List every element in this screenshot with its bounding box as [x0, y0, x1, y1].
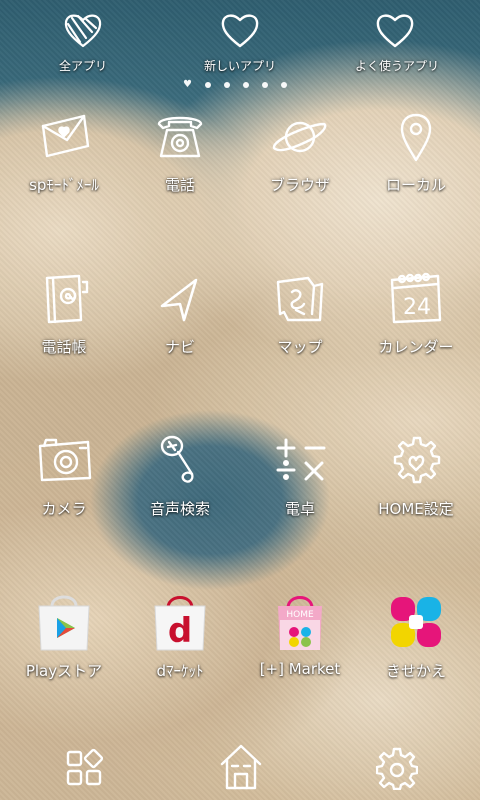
calendar-day-number: 24: [403, 295, 431, 320]
heart-outline-icon: [219, 10, 261, 50]
microphone-icon: [158, 434, 202, 488]
app-label: 電卓: [284, 500, 315, 518]
page-dot: [280, 82, 287, 88]
phone-icon: [153, 110, 207, 162]
app-play-store[interactable]: Playストア: [4, 592, 124, 684]
app-label: 電話帳: [41, 338, 87, 356]
app-calendar[interactable]: 24 カレンダー: [356, 270, 476, 360]
page-dot: [242, 82, 249, 88]
address-book-icon: [39, 272, 91, 326]
dock-app-drawer-button[interactable]: [52, 740, 116, 796]
app-label: Playストア: [25, 662, 103, 680]
kisekae-icon: [387, 594, 445, 650]
app-calculator[interactable]: 電卓: [240, 432, 360, 522]
heart-outline-icon: [374, 10, 416, 50]
map-pin-icon: [398, 112, 434, 164]
page-indicator: ♥: [183, 79, 287, 91]
play-store-bag-icon: [35, 592, 93, 652]
app-browser[interactable]: ブラウザ: [240, 108, 360, 198]
app-phone[interactable]: 電話: [120, 108, 240, 198]
app-label: きせかえ: [385, 662, 446, 680]
app-label: HOME設定: [378, 500, 454, 518]
app-kisekae[interactable]: きせかえ: [356, 592, 476, 684]
app-local[interactable]: ローカル: [356, 108, 476, 198]
app-sp-mode-mail[interactable]: spﾓｰﾄﾞﾒｰﾙ: [4, 108, 124, 198]
top-item-frequent-apps[interactable]: よく使うアプリ: [334, 6, 460, 76]
map-icon: [274, 274, 326, 324]
top-item-new-apps[interactable]: 新しいアプリ: [178, 6, 302, 76]
app-label: マップ: [277, 338, 323, 356]
navigation-arrow-icon: [158, 276, 204, 324]
app-label: カレンダー: [378, 338, 454, 356]
app-label: spﾓｰﾄﾞﾒｰﾙ: [29, 176, 99, 194]
app-home-market[interactable]: HOME [+] Market: [240, 592, 360, 684]
app-home-settings[interactable]: HOME設定: [356, 432, 476, 522]
page-dot: [204, 82, 211, 88]
browser-planet-icon: [270, 114, 330, 160]
top-item-all-apps[interactable]: 全アプリ: [20, 6, 146, 76]
heart-striped-icon: [62, 10, 104, 50]
mail-icon: [38, 112, 92, 160]
home-icon: [218, 742, 264, 792]
svg-text:d: d: [168, 611, 192, 651]
app-label: ローカル: [385, 176, 446, 194]
app-phonebook[interactable]: 電話帳: [4, 270, 124, 360]
home-market-bag-icon: HOME: [274, 592, 326, 652]
d-market-bag-icon: d: [151, 592, 209, 652]
calculator-icon: [274, 436, 328, 488]
app-map[interactable]: マップ: [240, 270, 360, 360]
app-label: 音声検索: [149, 500, 210, 518]
dock-home-button[interactable]: [208, 736, 272, 796]
top-item-label: よく使うアプリ: [354, 59, 439, 73]
dock-settings-button[interactable]: [364, 740, 428, 796]
settings-gear-icon: [376, 746, 418, 790]
svg-text:HOME: HOME: [286, 610, 314, 620]
calendar-icon: 24: [388, 272, 444, 326]
page-dot: [261, 82, 268, 88]
app-d-market[interactable]: d dﾏｰｹｯﾄ: [120, 592, 240, 684]
app-grid-icon: [64, 748, 104, 788]
home-settings-gear-icon: [388, 434, 444, 488]
app-label: [+] Market: [259, 660, 341, 678]
app-label: ブラウザ: [269, 176, 330, 194]
app-navi[interactable]: ナビ: [120, 270, 240, 360]
page-indicator-current-heart-icon: ♥: [183, 79, 192, 90]
app-label: 電話: [164, 176, 195, 194]
page-dot: [223, 82, 230, 88]
app-label: ナビ: [164, 338, 195, 356]
top-item-label: 新しいアプリ: [203, 59, 276, 73]
top-item-label: 全アプリ: [58, 59, 107, 73]
app-label: dﾏｰｹｯﾄ: [156, 662, 204, 680]
app-camera[interactable]: カメラ: [4, 432, 124, 522]
app-voice-search[interactable]: 音声検索: [120, 432, 240, 522]
home-screen: 全アプリ 新しいアプリ よく使うアプリ ♥ spﾓｰﾄﾞﾒｰﾙ 電話 ブラウザ …: [0, 0, 480, 800]
app-label: カメラ: [41, 500, 87, 518]
camera-icon: [36, 436, 94, 484]
